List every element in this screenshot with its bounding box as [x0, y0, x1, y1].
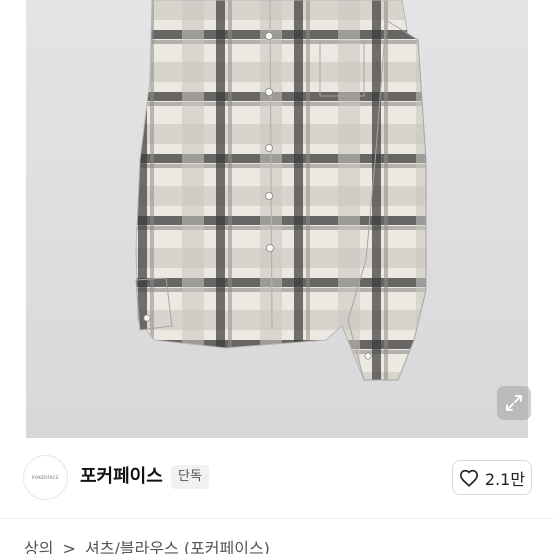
product-detail-screen: POKERFACE 포커페이스 단독 2.1만 상의 > 셔츠/블라우스 (포커…: [0, 0, 554, 554]
section-divider: [0, 518, 554, 519]
exclusive-badge: 단독: [171, 465, 209, 489]
like-button[interactable]: 2.1만: [452, 460, 532, 495]
expand-image-button[interactable]: [497, 386, 531, 420]
like-count: 2.1만: [484, 469, 526, 489]
product-photo[interactable]: [26, 0, 528, 438]
product-image-area[interactable]: [0, 0, 554, 438]
breadcrumb-category[interactable]: 상의: [24, 539, 53, 554]
plaid-shirt-image: [135, 0, 427, 381]
breadcrumb: 상의 > 셔츠/블라우스 (포커페이스): [24, 538, 274, 554]
shop-logo-text: POKERFACE: [31, 475, 59, 480]
breadcrumb-subcategory[interactable]: 셔츠/블라우스 (포커페이스): [85, 539, 270, 554]
breadcrumb-separator: >: [62, 539, 76, 554]
shop-info-row: POKERFACE 포커페이스 단독 2.1만: [0, 438, 554, 518]
expand-arrows-icon: [506, 395, 522, 411]
heart-outline-icon: [459, 469, 478, 487]
shop-name[interactable]: 포커페이스: [80, 465, 163, 489]
shop-logo[interactable]: POKERFACE: [23, 455, 68, 500]
